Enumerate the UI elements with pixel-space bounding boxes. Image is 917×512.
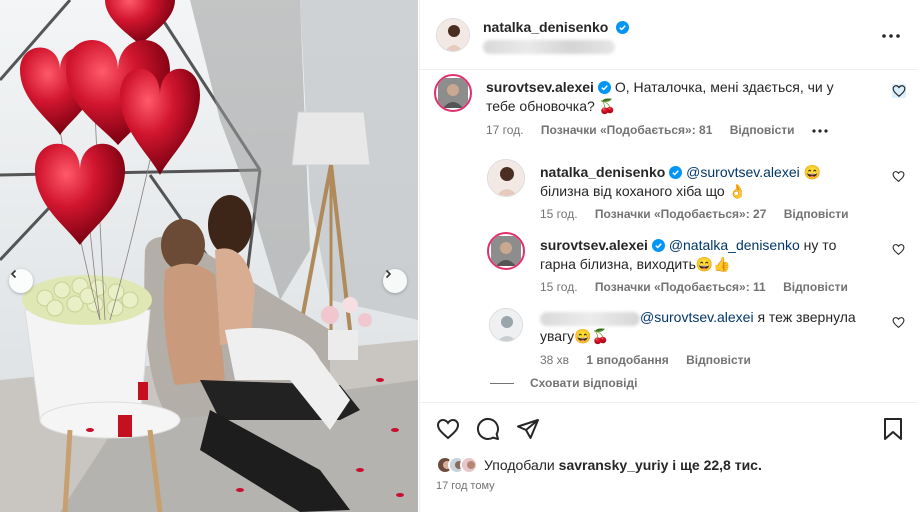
comment-likes[interactable]: 1 вподобання: [586, 353, 668, 367]
likes-count[interactable]: і ще 22,8 тис.: [668, 457, 762, 473]
hide-replies-label: Сховати відповіді: [530, 376, 638, 390]
comment-icon: [476, 417, 499, 440]
send-icon: [517, 419, 539, 439]
comment-text: surovtsev.alexei @natalka_denisenko ну т…: [540, 236, 870, 274]
reply-2-meta: 38 хв 1 вподобання Відповісти: [540, 353, 765, 367]
reply-button[interactable]: Відповісти: [686, 353, 751, 367]
reply-avatar[interactable]: [487, 232, 525, 270]
verified-badge-icon: [669, 166, 683, 179]
comment-username[interactable]: surovtsev.alexei: [540, 237, 648, 253]
verified-badge-icon: [651, 239, 665, 252]
hide-replies-button[interactable]: Сховати відповіді: [490, 376, 637, 390]
comment-more-icon[interactable]: [812, 129, 828, 133]
reply-2: @surovtsev.alexei я теж звернула увагу😄🍒: [540, 308, 870, 346]
verified-badge-icon: [615, 21, 629, 34]
heart-icon: [892, 84, 906, 98]
comment-mention[interactable]: @natalka_denisenko: [669, 237, 800, 253]
carousel-prev-button[interactable]: [9, 269, 33, 293]
reply-button[interactable]: Відповісти: [783, 280, 848, 294]
share-button[interactable]: [516, 417, 540, 444]
comment-likes[interactable]: Позначки «Подобається»: 81: [541, 123, 712, 137]
comment-text: surovtsev.alexei О, Наталочка, мені здає…: [486, 78, 866, 116]
comment-button[interactable]: [476, 417, 500, 444]
comment-username[interactable]: natalka_denisenko: [540, 164, 665, 180]
comment-likes[interactable]: Позначки «Подобається»: 27: [595, 207, 766, 221]
author-avatar[interactable]: [436, 18, 470, 52]
heart-icon: [892, 244, 905, 256]
post-timestamp[interactable]: 17 год тому: [436, 480, 495, 492]
heart-icon: [436, 418, 460, 440]
reply-0: natalka_denisenko @surovtsev.alexei 😄 бі…: [540, 163, 870, 201]
reply-button[interactable]: Відповісти: [784, 207, 849, 221]
reply-0-meta: 15 год. Позначки «Подобається»: 27 Відпо…: [540, 207, 863, 221]
photo-illustration: [0, 0, 418, 512]
author-username-row: natalka_denisenko: [483, 19, 629, 35]
post-header: natalka_denisenko: [420, 0, 917, 70]
comment-like-button[interactable]: [892, 243, 905, 259]
reply-avatar[interactable]: [487, 159, 525, 197]
commenter-avatar[interactable]: [434, 74, 472, 112]
comment-text: natalka_denisenko @surovtsev.alexei 😄 бі…: [540, 163, 870, 201]
liker-avatar: [460, 456, 478, 474]
comment-username[interactable]: surovtsev.alexei: [486, 79, 594, 95]
heart-icon: [892, 317, 905, 329]
divider-line: [490, 382, 514, 384]
comment-likes[interactable]: Позначки «Подобається»: 11: [595, 280, 766, 294]
bookmark-icon: [884, 418, 902, 440]
post-photo[interactable]: [0, 0, 418, 512]
like-button[interactable]: [436, 417, 460, 444]
author-username[interactable]: natalka_denisenko: [483, 19, 608, 35]
save-button[interactable]: [882, 417, 904, 444]
reply-avatar[interactable]: [489, 308, 523, 342]
comment-like-button[interactable]: [892, 170, 905, 186]
comment-0: surovtsev.alexei О, Наталочка, мені здає…: [486, 78, 866, 116]
comment-time[interactable]: 15 год.: [540, 207, 578, 221]
likes-prefix: Уподобали: [484, 457, 559, 473]
comment-time[interactable]: 15 год.: [540, 280, 578, 294]
reply-1-meta: 15 год. Позначки «Подобається»: 11 Відпо…: [540, 280, 862, 294]
comment-mention[interactable]: @surovtsev.alexei: [640, 309, 754, 325]
liker-username[interactable]: savransky_yuriy: [559, 457, 669, 473]
comment-time[interactable]: 38 хв: [540, 353, 569, 367]
more-icon: [882, 34, 900, 38]
comment-time[interactable]: 17 год.: [486, 123, 524, 137]
comment-text: @surovtsev.alexei я теж звернула увагу😄🍒: [540, 308, 870, 346]
comment-mention[interactable]: @surovtsev.alexei: [686, 164, 800, 180]
comment-like-button[interactable]: [892, 84, 906, 101]
likes-text: Уподобали savransky_yuriy і ще 22,8 тис.: [484, 457, 762, 473]
reply-button[interactable]: Відповісти: [730, 123, 795, 137]
post-details-panel: natalka_denisenko surovtsev.alexei О, На…: [419, 0, 917, 512]
carousel-next-button[interactable]: [383, 269, 407, 293]
heart-icon: [892, 171, 905, 183]
comment-0-meta: 17 год. Позначки «Подобається»: 81 Відпо…: [486, 123, 828, 137]
chevron-right-icon: [385, 269, 392, 279]
reply-1: surovtsev.alexei @natalka_denisenko ну т…: [540, 236, 870, 274]
more-options-button[interactable]: [882, 26, 900, 41]
verified-badge-icon: [597, 81, 611, 94]
blurred-location: [483, 40, 615, 54]
chevron-left-icon: [10, 269, 17, 279]
comment-like-button[interactable]: [892, 316, 905, 332]
likes-summary[interactable]: Уподобали savransky_yuriy і ще 22,8 тис.: [436, 456, 762, 474]
